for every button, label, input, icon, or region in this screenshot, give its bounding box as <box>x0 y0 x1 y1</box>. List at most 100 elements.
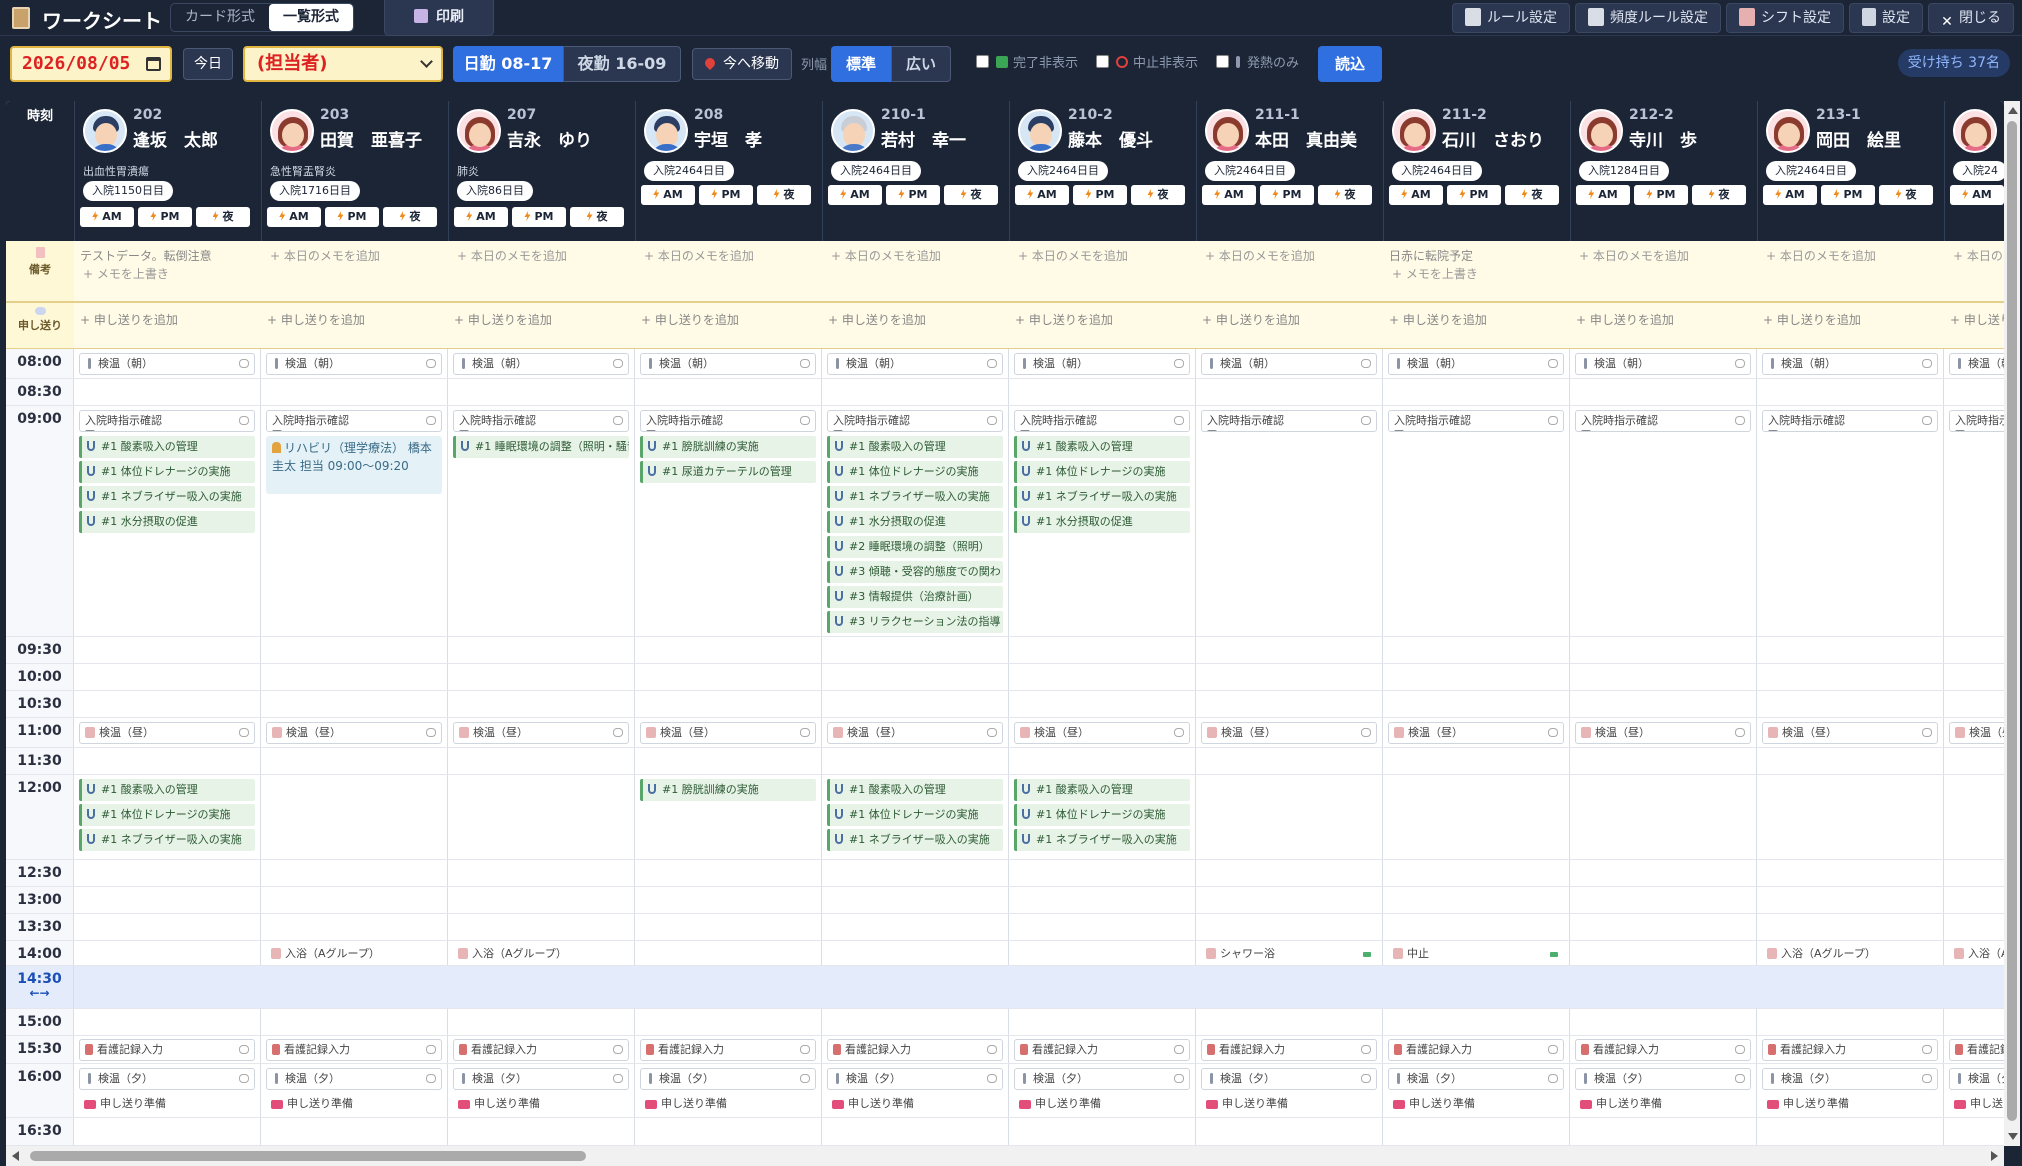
task-item[interactable]: 検温（夕） <box>1762 1068 1938 1090</box>
handover-add-link[interactable]: + 申し送りを追加 <box>828 313 926 327</box>
time-slot-cell[interactable] <box>1944 637 2004 664</box>
care-plan-item[interactable]: #1 水分摂取の促進 <box>79 511 255 533</box>
task-item[interactable]: 入院時指示確認 <box>266 410 442 432</box>
link-icon[interactable] <box>1548 359 1558 368</box>
link-icon[interactable] <box>1735 1074 1745 1083</box>
task-item[interactable]: 検温（朝） <box>640 353 816 375</box>
task-item[interactable]: 検温（昼） <box>1388 722 1564 744</box>
shift-pm-button[interactable]: PM <box>886 185 940 205</box>
shift-pm-button[interactable]: PM <box>1634 185 1688 205</box>
task-item[interactable]: 入院時指示確認 <box>1575 410 1751 432</box>
handover-prep-task[interactable]: 申し送り準備 <box>1201 1094 1377 1116</box>
time-slot-cell[interactable] <box>822 914 1009 941</box>
time-slot-cell[interactable] <box>635 637 822 664</box>
memo-add-link[interactable]: + 本日のメモを追加 <box>1576 247 1751 265</box>
bath-task[interactable]: シャワー浴 <box>1201 944 1377 966</box>
task-item[interactable]: 看護記録入力 <box>1201 1039 1377 1061</box>
handover-add-link[interactable]: + 申し送りを追加 <box>80 313 178 327</box>
patient-header[interactable]: 210-1 若村 幸一 入院2464日目 AM PM 夜 <box>822 101 1009 241</box>
time-slot-cell[interactable] <box>74 1009 261 1036</box>
column-width-wide-button[interactable]: 広い <box>891 46 951 82</box>
handover-prep-task[interactable]: 申し送り準備 <box>1949 1094 2004 1116</box>
care-plan-item[interactable]: #1 ネブライザー吸入の実施 <box>827 486 1003 508</box>
memo-add-link[interactable]: + 本日のメモを追加 <box>267 247 442 265</box>
shift-pm-button[interactable]: PM <box>1821 185 1875 205</box>
time-slot-cell[interactable] <box>1757 914 1944 941</box>
link-icon[interactable] <box>1735 1045 1745 1054</box>
link-icon[interactable] <box>1361 359 1371 368</box>
task-item[interactable]: 看護記録入力 <box>1949 1039 2004 1061</box>
shift-am-button[interactable]: AM <box>828 185 882 205</box>
care-plan-item[interactable]: #1 酸素吸入の管理 <box>79 779 255 801</box>
time-slot-cell[interactable] <box>1196 664 1383 691</box>
link-icon[interactable] <box>800 359 810 368</box>
time-slot-cell[interactable] <box>1757 379 1944 406</box>
patient-memo[interactable]: + 本日のメモを追加 <box>1757 241 1944 303</box>
time-slot-cell[interactable] <box>1570 1009 1757 1036</box>
time-slot-cell[interactable] <box>1570 637 1757 664</box>
link-icon[interactable] <box>239 728 249 737</box>
link-icon[interactable] <box>1361 1045 1371 1054</box>
patient-memo[interactable]: + 本日のメモを追加 <box>1009 241 1196 303</box>
handover-prep-task[interactable]: 申し送り準備 <box>1014 1094 1190 1116</box>
frequency-rule-settings-button[interactable]: 頻度ルール設定 <box>1575 3 1721 33</box>
care-plan-item[interactable]: #1 ネブライザー吸入の実施 <box>79 486 255 508</box>
task-item[interactable]: 検温（朝） <box>266 353 442 375</box>
care-plan-item[interactable]: #1 酸素吸入の管理 <box>1014 779 1190 801</box>
handover-cell[interactable]: + 申し送りを追加 <box>635 303 822 349</box>
time-slot-cell[interactable] <box>261 748 448 775</box>
link-icon[interactable] <box>987 728 997 737</box>
time-slot-cell[interactable] <box>822 664 1009 691</box>
rule-settings-button[interactable]: ルール設定 <box>1452 3 1570 33</box>
patient-memo[interactable]: + 本日のメモを追加 <box>1570 241 1757 303</box>
memo-add-link[interactable]: + 本日のメモを追加 <box>1950 247 2004 265</box>
time-slot-cell[interactable] <box>1196 406 1383 637</box>
time-slot-cell[interactable] <box>1383 914 1570 941</box>
task-item[interactable]: 検温（夕） <box>827 1068 1003 1090</box>
shift-am-button[interactable]: AM <box>1389 185 1443 205</box>
task-item[interactable]: 検温（夕） <box>1201 1068 1377 1090</box>
time-slot-cell[interactable] <box>635 941 822 966</box>
shift-night-button[interactable]: 夜 <box>757 185 811 205</box>
time-slot-cell[interactable] <box>1383 887 1570 914</box>
time-slot-cell[interactable] <box>1944 748 2004 775</box>
scroll-up-icon[interactable] <box>2008 107 2018 114</box>
link-icon[interactable] <box>1174 1045 1184 1054</box>
link-icon[interactable] <box>987 1074 997 1083</box>
handover-cell[interactable]: + 申し送りを追加 <box>1196 303 1383 349</box>
care-plan-item[interactable]: #1 ネブライザー吸入の実施 <box>827 829 1003 851</box>
handover-cell[interactable]: + 申し送りを追加 <box>822 303 1009 349</box>
fever-only-checkbox[interactable] <box>1216 55 1229 68</box>
scroll-left-icon[interactable] <box>12 1151 19 1161</box>
link-icon[interactable] <box>239 1045 249 1054</box>
time-slot-cell[interactable] <box>1570 691 1757 718</box>
link-icon[interactable] <box>239 1074 249 1083</box>
care-plan-item[interactable]: #1 水分摂取の促進 <box>827 511 1003 533</box>
time-slot-cell[interactable] <box>1196 379 1383 406</box>
time-slot-cell[interactable] <box>635 914 822 941</box>
link-icon[interactable] <box>1361 728 1371 737</box>
task-item[interactable]: 看護記録入力 <box>1762 1039 1938 1061</box>
time-slot-cell[interactable] <box>448 1118 635 1146</box>
link-icon[interactable] <box>613 728 623 737</box>
memo-add-link[interactable]: + 本日のメモを追加 <box>828 247 1003 265</box>
time-slot-cell[interactable] <box>1570 406 1757 637</box>
time-slot-cell[interactable] <box>635 1009 822 1036</box>
time-slot-cell[interactable] <box>1944 887 2004 914</box>
link-icon[interactable] <box>1361 416 1371 425</box>
care-plan-item[interactable]: #1 膀胱訓練の実施 <box>640 436 816 458</box>
patient-memo[interactable]: + 本日のメモを追加 <box>261 241 448 303</box>
link-icon[interactable] <box>1922 728 1932 737</box>
handover-add-link[interactable]: + 申し送りを追加 <box>1015 313 1113 327</box>
link-icon[interactable] <box>1735 359 1745 368</box>
time-slot-cell[interactable] <box>822 637 1009 664</box>
time-slot-cell[interactable] <box>822 887 1009 914</box>
time-slot-cell[interactable] <box>448 691 635 718</box>
task-item[interactable]: 看護記録入力 <box>640 1039 816 1061</box>
time-slot-cell[interactable] <box>1757 406 1944 637</box>
task-item[interactable]: 入院時指示確認 <box>1762 410 1938 432</box>
patient-header[interactable]: 202 逢坂 太郎 出血性胃潰瘍 入院1150日目 AM PM 夜 <box>74 101 261 241</box>
time-slot-cell[interactable] <box>1383 860 1570 887</box>
time-slot-cell[interactable] <box>261 1118 448 1146</box>
task-item[interactable]: 検温（夕） <box>79 1068 255 1090</box>
